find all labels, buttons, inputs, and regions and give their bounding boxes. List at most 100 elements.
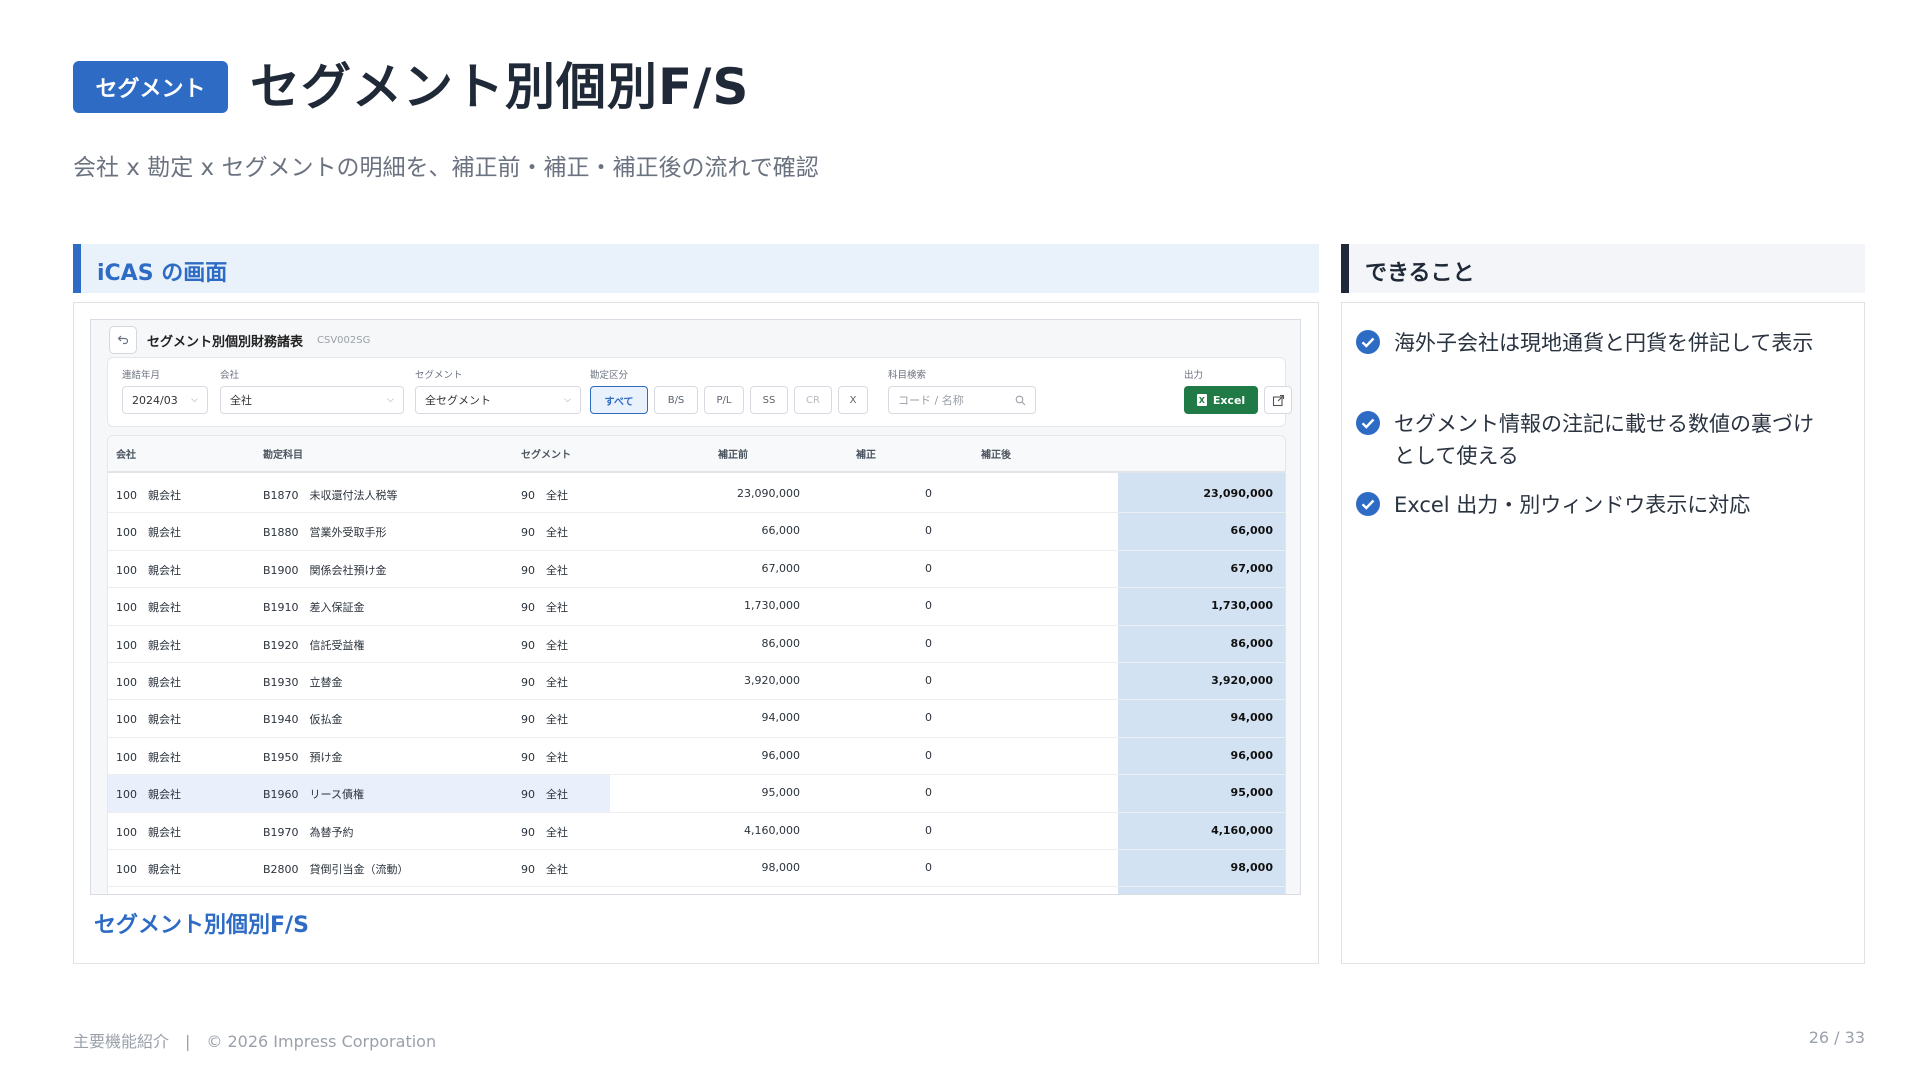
- account-type-bs[interactable]: B/S: [654, 386, 698, 414]
- excel-icon: X: [1196, 394, 1207, 406]
- account-type-x[interactable]: X: [838, 386, 868, 414]
- screen-title-bar: セグメント別個別財務諸表 CSV002SG: [109, 324, 370, 356]
- cell-company: 100 親会社: [116, 788, 181, 802]
- col-post-adjustment[interactable]: 補正後: [981, 446, 1011, 461]
- screen-title: セグメント別個別財務諸表: [147, 334, 304, 350]
- cell-account: B1920 信託受益権: [263, 638, 365, 652]
- cell-post: 96,000: [1230, 748, 1273, 762]
- cell-company: 100 親会社: [116, 750, 181, 764]
- screen-section-title: iCAS の画面: [97, 261, 228, 286]
- account-type-all[interactable]: すべて: [590, 386, 648, 414]
- cell-segment: 90 全社: [521, 862, 568, 876]
- page-subtitle: 会社 x 勘定 x セグメントの明細を、補正前・補正・補正後の流れで確認: [73, 155, 819, 181]
- table-row[interactable]: 100 親会社 B1930 立替金 90 全社 3,920,000 0 3,920,000: [108, 663, 1285, 701]
- table-row[interactable]: 100 親会社 B1940 仮払金 90 全社 94,000 0 94,000: [108, 700, 1285, 738]
- cell-account: B1870 未収還付法人税等: [263, 489, 398, 502]
- back-button[interactable]: [109, 326, 137, 354]
- company-select[interactable]: 全社 ⌵: [220, 386, 404, 414]
- segment-fs-table: 会社 勘定科目 セグメント 補正前 補正 補正後 100 親会社 B1870 未収…: [107, 435, 1286, 894]
- cell-pre: 94,000: [761, 711, 801, 725]
- external-link-icon: [1272, 394, 1284, 406]
- section-badge: セグメント: [73, 61, 228, 113]
- table-row[interactable]: 100 親会社 B1970 為替予約 90 全社 4,160,000 0 4,160,00…: [108, 813, 1285, 850]
- cell-adj: 0: [925, 524, 932, 538]
- cell-pre: 4,160,000: [744, 823, 800, 837]
- table-row[interactable]: 100 親会社 B1880 営業外受取手形 90 全社 66,000 0 66,000: [108, 513, 1285, 551]
- features-section-header: できること: [1341, 244, 1865, 293]
- segment-value: 全セグメント: [425, 394, 491, 407]
- cell-company: 100 親会社: [116, 713, 181, 727]
- company-value: 全社: [230, 394, 252, 407]
- search-placeholder: コード / 名称: [898, 394, 964, 407]
- cell-account: B1900 関係会社預け金: [263, 563, 387, 577]
- cell-post: 98,000: [1230, 860, 1273, 874]
- cell-segment: 90 全社: [521, 563, 568, 577]
- cell-segment: 90 全社: [521, 825, 568, 839]
- back-arrow-icon: [117, 335, 129, 345]
- table-body: 100 親会社 B1870 未収還付法人税等 90 全社 23,090,000 0 23,…: [108, 476, 1285, 888]
- col-pre-adjustment[interactable]: 補正前: [718, 446, 748, 461]
- cell-segment: 90 全社: [521, 526, 568, 540]
- cell-segment: 90 全社: [521, 489, 568, 502]
- screen-code: CSV002SG: [317, 334, 371, 346]
- segment-label: セグメント: [415, 370, 463, 381]
- cell-post: 86,000: [1230, 636, 1273, 650]
- col-account[interactable]: 勘定科目: [263, 446, 303, 461]
- cell-adj: 0: [925, 711, 932, 725]
- screen-section-header: iCAS の画面: [73, 244, 1319, 293]
- account-type-ss[interactable]: SS: [750, 386, 788, 414]
- excel-button-label: Excel: [1212, 393, 1246, 407]
- check-circle-icon: [1356, 492, 1380, 516]
- chevron-down-icon: ⌵: [387, 395, 394, 405]
- cell-segment: 90 全社: [521, 601, 568, 615]
- chevron-down-icon: ⌵: [191, 395, 198, 405]
- cell-account: B2800 貸倒引当金（流動）: [263, 862, 409, 876]
- table-row[interactable]: 100 親会社 B1960 リース債権 90 全社 95,000 0 95,000: [108, 775, 1285, 813]
- excel-export-button[interactable]: X Excel: [1184, 386, 1258, 414]
- segment-select[interactable]: 全セグメント ⌵: [415, 386, 581, 414]
- cell-segment: 90 全社: [521, 675, 568, 689]
- col-adjustment[interactable]: 補正: [856, 446, 876, 461]
- table-row[interactable]: 100 親会社 B2800 貸倒引当金（流動） 90 全社 98,000 0 98,000: [108, 850, 1285, 888]
- cell-company: 100 親会社: [116, 601, 181, 615]
- feature-item: セグメント情報の注記に載せる数値の裏づけとして使える: [1356, 408, 1834, 472]
- table-row[interactable]: 100 親会社 B1950 預け金 90 全社 96,000 0 96,000: [108, 738, 1285, 776]
- search-label: 科目検索: [888, 370, 927, 381]
- cell-post: 66,000: [1230, 524, 1273, 538]
- account-type-pl[interactable]: P/L: [704, 386, 744, 414]
- feature-item: Excel 出力・別ウィンドウ表示に対応: [1356, 489, 1834, 521]
- cell-adj: 0: [925, 786, 932, 800]
- cell-company: 100 親会社: [116, 638, 181, 652]
- table-row[interactable]: 100 親会社 B1920 信託受益権 90 全社 86,000 0 86,000: [108, 626, 1285, 663]
- account-search-input[interactable]: コード / 名称: [888, 386, 1036, 414]
- cell-post: 3,920,000: [1211, 673, 1273, 687]
- cell-company: 100 親会社: [116, 563, 181, 577]
- table-row[interactable]: 100 親会社 B1900 関係会社預け金 90 全社 67,000 0 67,000: [108, 551, 1285, 589]
- cell-pre: 1,730,000: [744, 599, 800, 613]
- col-company[interactable]: 会社: [116, 446, 136, 461]
- cell-adj: 0: [925, 748, 932, 762]
- cell-segment: 90 全社: [521, 750, 568, 764]
- table-row[interactable]: 100 親会社 B1910 差入保証金 90 全社 1,730,000 0 1,730,0…: [108, 588, 1285, 626]
- cell-post: 94,000: [1230, 711, 1273, 725]
- features-panel: [1341, 302, 1865, 964]
- account-type-cr[interactable]: CR: [794, 386, 832, 414]
- cell-pre: 95,000: [761, 786, 801, 800]
- cell-adj: 0: [925, 860, 932, 874]
- cell-pre: 3,920,000: [744, 673, 800, 687]
- cell-post: 95,000: [1230, 786, 1273, 800]
- cell-pre: 67,000: [761, 561, 801, 575]
- table-row[interactable]: 100 親会社 B1870 未収還付法人税等 90 全社 23,090,000 0 23,…: [108, 476, 1285, 514]
- cell-account: B1910 差入保証金: [263, 601, 365, 615]
- cell-account: B1880 営業外受取手形: [263, 526, 387, 540]
- cell-company: 100 親会社: [116, 526, 181, 540]
- table-header: 会社 勘定科目 セグメント 補正前 補正 補正後: [108, 436, 1285, 473]
- cell-account: B1940 仮払金: [263, 713, 343, 727]
- open-window-button[interactable]: [1264, 386, 1292, 414]
- cell-pre: 86,000: [761, 636, 801, 650]
- cell-segment: 90 全社: [521, 788, 568, 802]
- cell-adj: 0: [925, 599, 932, 613]
- col-segment[interactable]: セグメント: [521, 446, 571, 461]
- period-select[interactable]: 2024/03 ⌵: [122, 386, 208, 414]
- cell-company: 100 親会社: [116, 862, 181, 876]
